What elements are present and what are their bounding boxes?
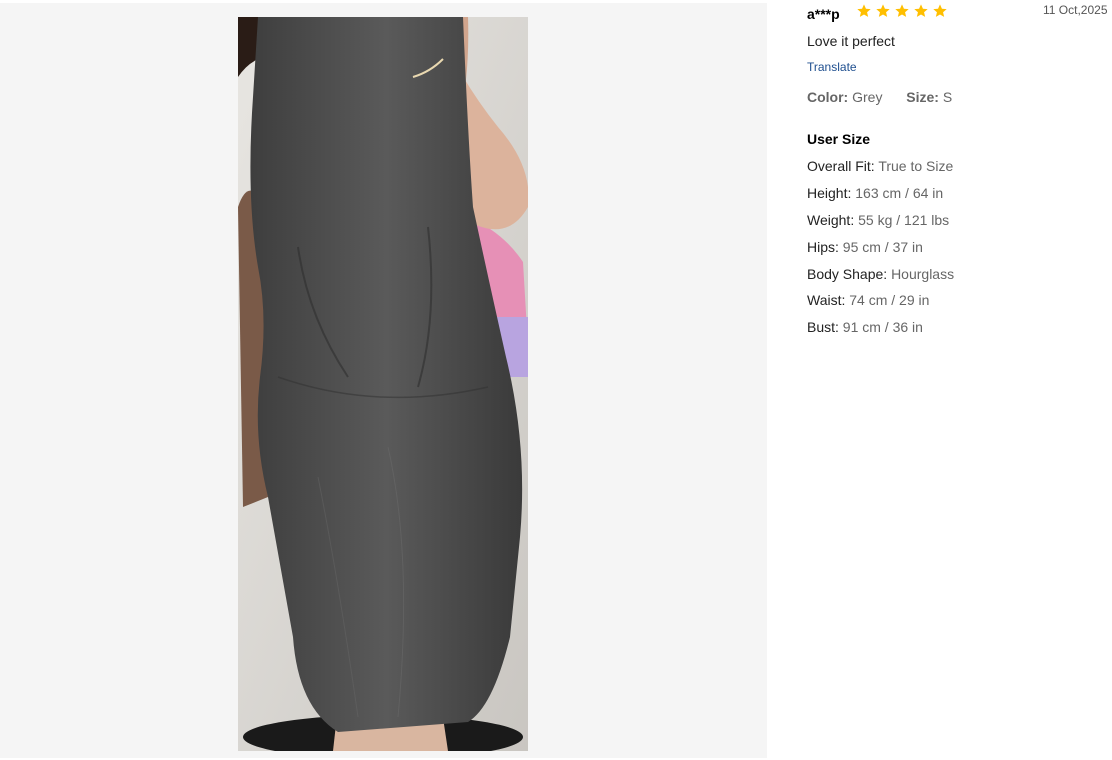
size-row-label: Hips: (807, 238, 839, 255)
size-row-value: 163 cm / 64 in (855, 184, 944, 201)
color-value: Grey (852, 89, 883, 105)
size-row-value: Hourglass (891, 265, 955, 282)
review-comment: Love it perfect (807, 33, 895, 49)
star-icon (913, 3, 929, 19)
star-icon (856, 3, 872, 19)
size-row-value: 74 cm / 29 in (849, 292, 930, 309)
size-row-weight: Weight: 55 kg / 121 lbs (807, 212, 954, 239)
purchase-attributes: Color: Grey Size: S (807, 89, 952, 105)
user-size-list: Overall Fit: True to Size Height: 163 cm… (807, 158, 954, 346)
star-icon (932, 3, 948, 19)
size-row-body-shape: Body Shape: Hourglass (807, 266, 954, 293)
size-row-value: 91 cm / 36 in (842, 319, 923, 336)
star-icon (875, 3, 891, 19)
color-label: Color: (807, 89, 849, 105)
star-rating (856, 3, 951, 19)
size-row-label: Body Shape: (807, 265, 888, 282)
star-icon (894, 3, 910, 19)
size-row-value: True to Size (878, 158, 954, 174)
review-date: 11 Oct,2025 (1043, 3, 1108, 17)
user-size-title: User Size (807, 131, 871, 147)
size-value: S (942, 89, 953, 105)
review-photo[interactable] (238, 17, 528, 751)
size-row-label: Weight: (807, 211, 855, 228)
size-row-height: Height: 163 cm / 64 in (807, 185, 954, 212)
size-row-label: Overall Fit: (807, 158, 875, 174)
size-row-overall-fit: Overall Fit: True to Size (807, 158, 954, 185)
review-panel: a***p 11 Oct,2025 Love it perfect Transl… (807, 0, 1112, 760)
size-row-bust: Bust: 91 cm / 36 in (807, 319, 954, 346)
size-row-label: Bust: (807, 319, 839, 336)
size-row-hips: Hips: 95 cm / 37 in (807, 239, 954, 266)
size-row-label: Waist: (807, 292, 846, 309)
reviewer-name: a***p (807, 6, 840, 22)
size-row-waist: Waist: 74 cm / 29 in (807, 292, 954, 319)
size-row-value: 95 cm / 37 in (842, 238, 923, 255)
dress-photo-illustration (238, 17, 528, 751)
size-label: Size: (906, 89, 939, 105)
translate-link[interactable]: Translate (807, 60, 857, 74)
size-row-label: Height: (807, 184, 852, 201)
image-viewer (0, 3, 767, 758)
size-row-value: 55 kg / 121 lbs (858, 211, 950, 228)
